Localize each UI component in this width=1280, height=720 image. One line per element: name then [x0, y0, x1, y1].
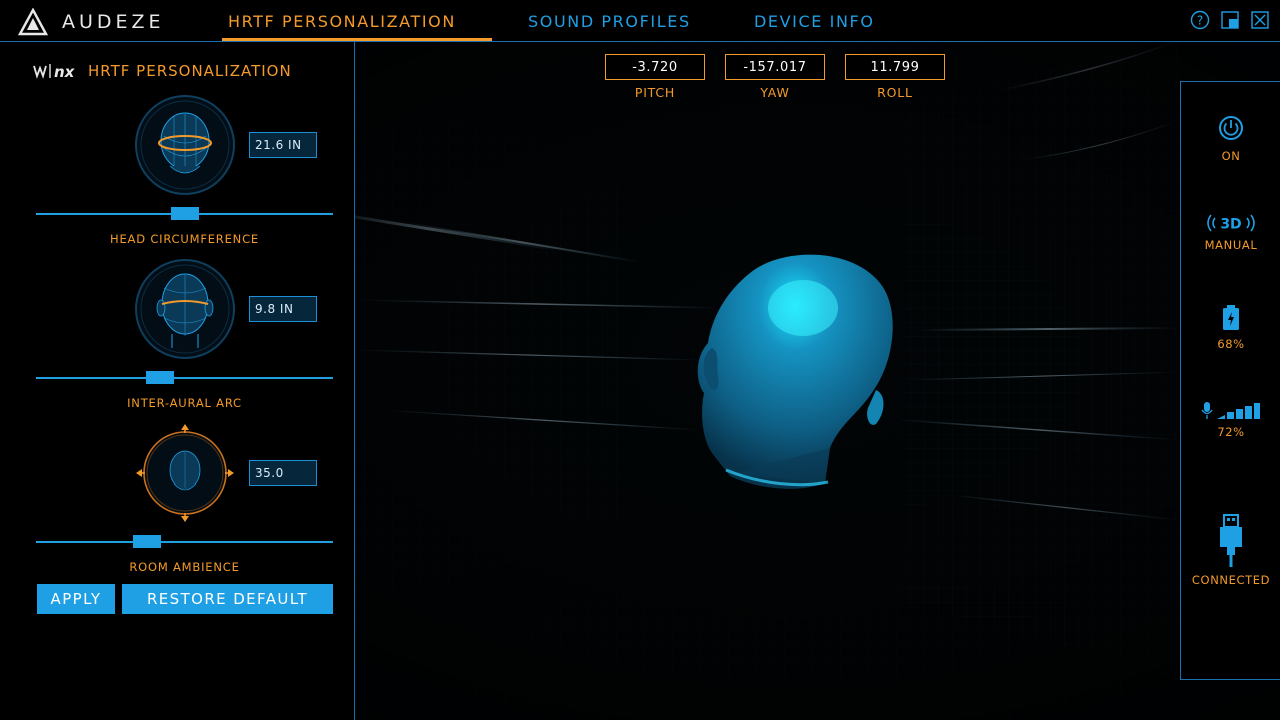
svg-text:nx: nx: [54, 63, 76, 80]
room-ambience-icon: [136, 424, 234, 522]
power-status[interactable]: ON: [1181, 114, 1280, 163]
3d-audio-icon[interactable]: 3D: [1201, 212, 1261, 234]
tab-hrtf-personalization[interactable]: HRTF PERSONALIZATION: [228, 12, 456, 31]
tab-device-info[interactable]: DEVICE INFO: [754, 12, 875, 31]
room-ambience-slider[interactable]: [36, 535, 333, 548]
panel-title-text: HRTF PERSONALIZATION: [88, 62, 292, 80]
audeze-logo-icon: [18, 8, 48, 36]
brand-logo: AUDEZE: [18, 8, 165, 36]
inter-aural-arc-slider[interactable]: [36, 371, 333, 384]
head-circumference-value[interactable]: 21.6 IN: [249, 132, 317, 158]
mic-signal-icon: [1201, 402, 1260, 419]
panel-title: nx HRTF PERSONALIZATION: [32, 62, 292, 80]
inter-aural-arc-icon: [135, 259, 235, 359]
waves-nx-logo-icon: nx: [33, 63, 76, 80]
head-3d-model: [697, 254, 893, 489]
svg-text:3D: 3D: [1220, 217, 1241, 233]
head-circumference-slider-thumb[interactable]: [171, 207, 199, 220]
device-status-panel: ON 3D MANUAL 68% 72% CONNECTED: [1180, 81, 1280, 680]
power-icon[interactable]: [1217, 114, 1245, 142]
head-circumference-label: HEAD CIRCUMFERENCE: [110, 232, 259, 246]
close-icon[interactable]: [1250, 10, 1270, 30]
apply-button[interactable]: APPLY: [37, 584, 115, 614]
connection-label: CONNECTED: [1191, 573, 1271, 587]
room-ambience-value[interactable]: 35.0: [249, 460, 317, 486]
brand-name: AUDEZE: [62, 11, 165, 33]
3d-mode-status[interactable]: 3D MANUAL: [1181, 212, 1280, 252]
power-label: ON: [1221, 149, 1241, 163]
active-tab-indicator: [222, 38, 492, 41]
head-circumference-icon: [135, 95, 235, 195]
inter-aural-arc-label: INTER-AURAL ARC: [127, 396, 242, 410]
minimize-icon[interactable]: [1220, 10, 1240, 30]
pitch-label: PITCH: [634, 85, 676, 100]
yaw-value: -157.017: [725, 54, 825, 80]
connection-status: CONNECTED: [1181, 513, 1280, 587]
battery-label: 68%: [1217, 337, 1245, 351]
room-ambience-label: ROOM AMBIENCE: [129, 560, 240, 574]
battery-status: 68%: [1181, 305, 1280, 351]
room-ambience-slider-thumb[interactable]: [133, 535, 161, 548]
hrtf-settings-panel: nx HRTF PERSONALIZATION 21.6 IN HEAD CIR…: [0, 42, 355, 720]
inter-aural-arc-slider-thumb[interactable]: [146, 371, 174, 384]
yaw-label: YAW: [760, 85, 790, 100]
pitch-value: -3.720: [605, 54, 705, 80]
inter-aural-arc-value[interactable]: 9.8 IN: [249, 296, 317, 322]
svg-text:?: ?: [1197, 14, 1203, 28]
roll-label: ROLL: [877, 85, 913, 100]
window-controls: ?: [1190, 10, 1270, 30]
top-navigation-bar: AUDEZE HRTF PERSONALIZATION SOUND PROFIL…: [0, 0, 1280, 42]
mode-label: MANUAL: [1204, 238, 1258, 252]
usb-icon: [1220, 514, 1242, 567]
restore-default-button[interactable]: RESTORE DEFAULT: [122, 584, 333, 614]
signal-label: 72%: [1217, 425, 1245, 439]
head-circumference-slider[interactable]: [36, 207, 333, 220]
help-icon[interactable]: ?: [1190, 10, 1210, 30]
mic-signal-status: 72%: [1181, 401, 1280, 439]
tab-sound-profiles[interactable]: SOUND PROFILES: [528, 12, 691, 31]
roll-value: 11.799: [845, 54, 945, 80]
battery-icon: [1223, 305, 1239, 330]
